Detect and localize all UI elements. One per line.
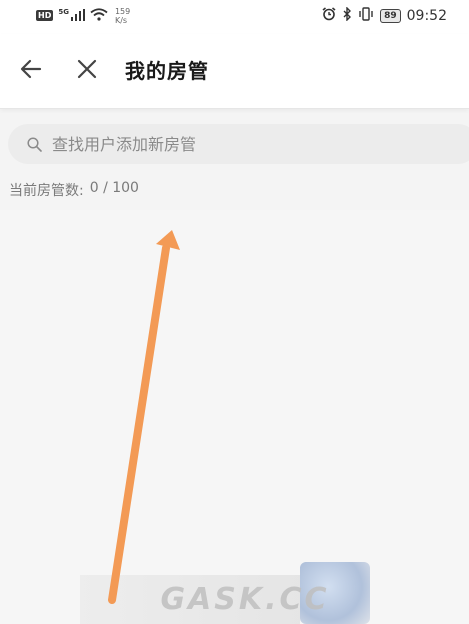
status-left-group: HD 5G 159 K/s (36, 6, 130, 25)
back-button[interactable] (16, 56, 46, 86)
signal-icon (70, 6, 85, 25)
vibrate-icon (358, 6, 374, 25)
speed-unit: K/s (114, 15, 128, 25)
admin-count-value: 0 / 100 (89, 180, 139, 196)
close-button[interactable] (72, 56, 102, 86)
network-speed: 159 K/s (115, 7, 130, 25)
search-input[interactable] (50, 133, 434, 155)
admin-count-label: 当前房管数: (9, 183, 84, 199)
close-icon (76, 58, 98, 84)
battery-indicator: 89 (380, 8, 401, 23)
watermark: GASK.CC (160, 582, 330, 617)
status-bar: HD 5G 159 K/s 89 09:52 (0, 0, 469, 34)
hd-badge: HD (36, 10, 54, 21)
status-time: 09:52 (406, 7, 447, 24)
search-icon (26, 136, 42, 152)
admin-list-area (0, 210, 469, 624)
status-right-group: 89 09:52 (322, 6, 447, 25)
page-title: 我的房管 (125, 59, 209, 83)
back-arrow-icon (19, 57, 43, 85)
bluetooth-icon (342, 6, 352, 25)
alarm-icon (322, 6, 336, 25)
search-bar[interactable] (8, 124, 469, 164)
speed-value: 159 (114, 6, 131, 16)
network-generation-label: 5G (58, 7, 69, 16)
app-header: 我的房管 (0, 34, 469, 109)
admin-count: 当前房管数: 0 / 100 (9, 180, 139, 200)
wifi-icon (90, 6, 108, 25)
